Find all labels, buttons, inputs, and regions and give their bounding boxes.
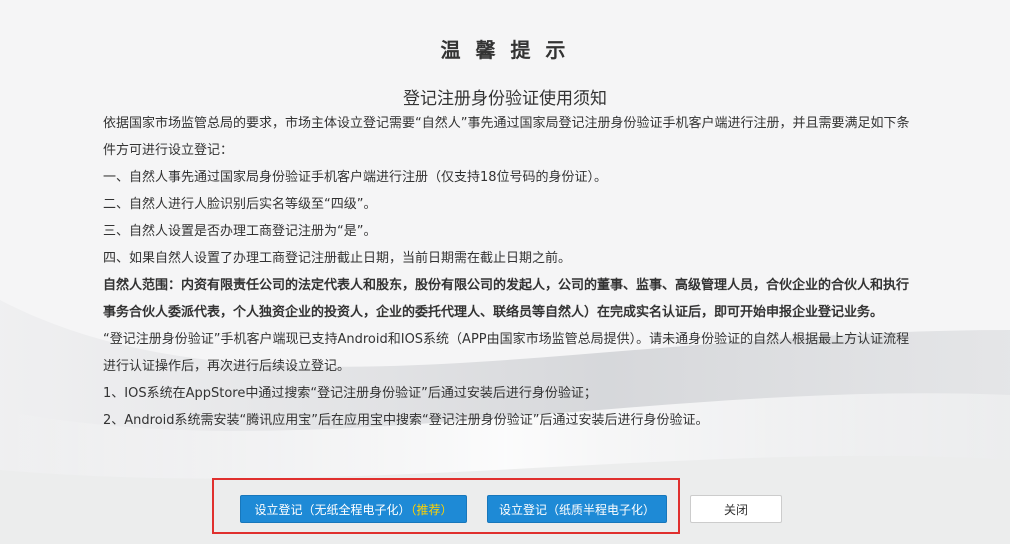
recommend-tag: （推荐） [410, 503, 453, 517]
close-button[interactable]: 关闭 [690, 495, 782, 523]
notice-paragraph: “登记注册身份验证”手机客户端现已支持Android和IOS系统（APP由国家市… [103, 332, 910, 374]
notice-body: 依据国家市场监管总局的要求，市场主体设立登记需要“自然人”事先通过国家局登记注册… [103, 110, 915, 434]
paperless-registration-button[interactable]: 设立登记（无纸全程电子化）（推荐） [240, 495, 467, 523]
condition-item: 二、自然人进行人脸识别后实名等级至“四级”。 [103, 197, 377, 212]
paper-registration-button[interactable]: 设立登记（纸质半程电子化） [487, 495, 667, 523]
android-instruction: 2、Android系统需安装“腾讯应用宝”后在应用宝中搜索“登记注册身份验证”后… [103, 413, 709, 428]
condition-item: 四、如果自然人设置了办理工商登记注册截止日期，当前日期需在截止日期之前。 [103, 251, 572, 266]
notice-paragraph: 依据国家市场监管总局的要求，市场主体设立登记需要“自然人”事先通过国家局登记注册… [103, 116, 910, 158]
dialog-title: 温 馨 提 示 [440, 38, 570, 62]
condition-item: 三、自然人设置是否办理工商登记注册为“是”。 [103, 224, 377, 239]
notice-dialog: 温 馨 提 示 登记注册身份验证使用须知 依据国家市场监管总局的要求，市场主体设… [0, 0, 1010, 544]
ios-instruction: 1、IOS系统在AppStore中通过搜索“登记注册身份验证”后通过安装后进行身… [103, 386, 597, 401]
paperless-button-label: 设立登记（无纸全程电子化） [254, 503, 411, 517]
condition-item: 一、自然人事先通过国家局身份验证手机客户端进行注册（仅支持18位号码的身份证）。 [103, 170, 608, 185]
natural-person-scope: 自然人范围：内资有限责任公司的法定代表人和股东，股份有限公司的发起人，公司的董事… [103, 278, 910, 320]
dialog-subtitle: 登记注册身份验证使用须知 [403, 89, 607, 109]
